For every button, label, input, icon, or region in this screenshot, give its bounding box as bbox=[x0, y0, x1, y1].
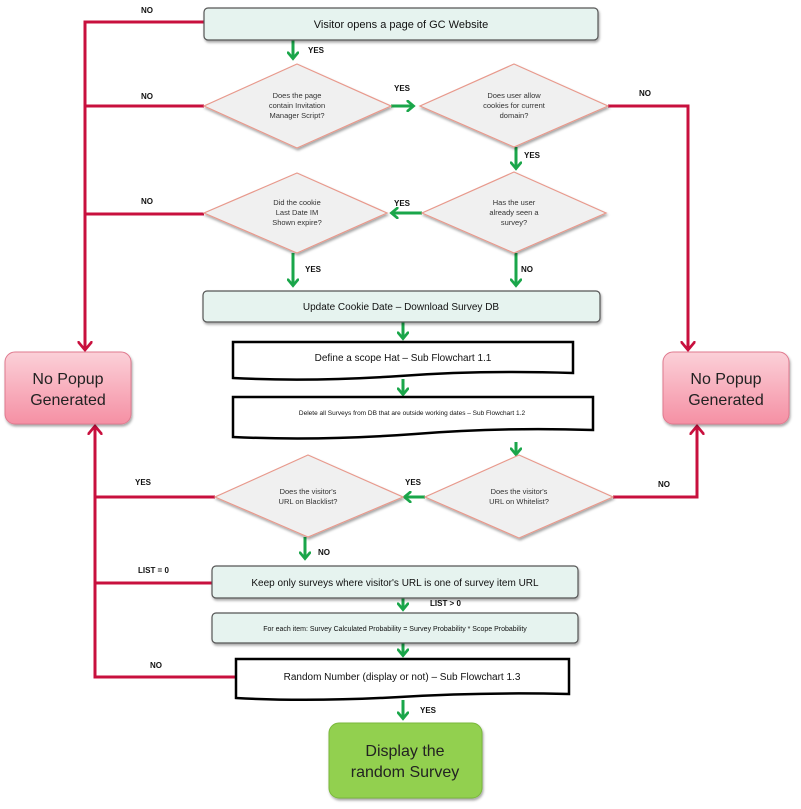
blacklist-q-line2: URL on Blacklist? bbox=[279, 497, 338, 506]
node-display-survey: Display the random Survey bbox=[328, 722, 483, 799]
label-list-zero: LIST = 0 bbox=[138, 566, 169, 575]
expire-q-line3: Shown expire? bbox=[272, 218, 322, 227]
label-script-yes: YES bbox=[394, 84, 411, 93]
start-text: Visitor opens a page of GC Website bbox=[314, 19, 488, 31]
no-popup-left-line1: No Popup bbox=[32, 371, 103, 388]
label-expire-no: NO bbox=[141, 197, 153, 206]
decision-cookie-expire: Did the cookie Last Date IM Shown expire… bbox=[202, 172, 389, 254]
label-list-gt-zero: LIST > 0 bbox=[430, 599, 461, 608]
label-whitelist-no: NO bbox=[658, 480, 670, 489]
label-expire-yes: YES bbox=[305, 265, 322, 274]
script-q-line2: contain Invitation bbox=[269, 101, 325, 110]
decision-seen: Has the user already seen a survey? bbox=[420, 171, 608, 254]
expire-q-line2: Last Date IM bbox=[276, 208, 319, 217]
no-line-start bbox=[85, 20, 204, 350]
node-start: Visitor opens a page of GC Website bbox=[203, 7, 599, 41]
label-random-yes: YES bbox=[420, 706, 437, 715]
decision-blacklist: Does the visitor's URL on Blacklist? bbox=[213, 454, 405, 538]
decision-cookies: Does user allow cookies for current doma… bbox=[418, 63, 610, 148]
decision-whitelist: Does the visitor's URL on Whitelist? bbox=[423, 454, 615, 539]
keep-surveys-text: Keep only surveys where visitor's URL is… bbox=[251, 578, 539, 589]
node-update-cookie: Update Cookie Date – Download Survey DB bbox=[202, 290, 601, 323]
node-calc-probability: For each item: Survey Calculated Probabi… bbox=[211, 612, 579, 644]
delete-surveys-text: Delete all Surveys from DB that are outs… bbox=[299, 410, 526, 417]
seen-q-line3: survey? bbox=[501, 218, 527, 227]
display-survey-line1: Display the bbox=[365, 743, 444, 760]
label-script-no: NO bbox=[141, 92, 153, 101]
label-random-no: NO bbox=[150, 661, 162, 670]
decision-script: Does the page contain Invitation Manager… bbox=[202, 63, 393, 149]
label-cookies-no: NO bbox=[639, 89, 651, 98]
update-cookie-text: Update Cookie Date – Download Survey DB bbox=[303, 302, 500, 313]
no-line-cookies bbox=[608, 104, 688, 350]
node-define-scope: Define a scope Hat – Sub Flowchart 1.1 bbox=[231, 340, 575, 381]
label-cookies-yes: YES bbox=[524, 151, 541, 160]
label-seen-yes: YES bbox=[394, 199, 411, 208]
no-popup-right-line1: No Popup bbox=[690, 371, 761, 388]
seen-q-line2: already seen a bbox=[489, 208, 539, 217]
display-survey-line2: random Survey bbox=[351, 764, 460, 781]
cookies-q-line2: cookies for current bbox=[483, 101, 546, 110]
cookies-q-line3: domain? bbox=[500, 111, 529, 120]
seen-q-line1: Has the user bbox=[493, 198, 536, 207]
node-no-popup-right: No Popup Generated bbox=[662, 351, 790, 425]
node-keep-surveys: Keep only surveys where visitor's URL is… bbox=[211, 565, 579, 599]
no-line-blacklist bbox=[95, 426, 215, 499]
expire-q-line1: Did the cookie bbox=[273, 198, 321, 207]
label-start-no: NO bbox=[141, 6, 153, 15]
whitelist-q-line2: URL on Whitelist? bbox=[489, 497, 549, 506]
define-scope-text: Define a scope Hat – Sub Flowchart 1.1 bbox=[315, 353, 492, 364]
label-blacklist-no: NO bbox=[318, 548, 330, 557]
no-line-whitelist bbox=[613, 426, 697, 499]
node-no-popup-left: No Popup Generated bbox=[4, 351, 132, 425]
cookies-q-line1: Does user allow bbox=[487, 91, 541, 100]
label-seen-no: NO bbox=[521, 265, 533, 274]
calc-probability-text: For each item: Survey Calculated Probabi… bbox=[263, 626, 527, 633]
blacklist-q-line1: Does the visitor's bbox=[280, 487, 337, 496]
label-start-yes: YES bbox=[308, 46, 325, 55]
node-delete-surveys: Delete all Surveys from DB that are outs… bbox=[231, 395, 595, 440]
script-q-line1: Does the page bbox=[273, 91, 322, 100]
script-q-line3: Manager Script? bbox=[269, 111, 324, 120]
no-popup-left-line2: Generated bbox=[30, 392, 106, 409]
whitelist-q-line1: Does the visitor's bbox=[491, 487, 548, 496]
no-popup-right-line2: Generated bbox=[688, 392, 764, 409]
label-whitelist-yes: YES bbox=[405, 478, 422, 487]
label-blacklist-yes: YES bbox=[135, 478, 152, 487]
flowchart: NO YES NO YES NO YES NO YES YES NO YES Y… bbox=[4, 6, 790, 799]
node-random-number: Random Number (display or not) – Sub Flo… bbox=[234, 657, 571, 702]
random-number-text: Random Number (display or not) – Sub Flo… bbox=[284, 672, 521, 683]
